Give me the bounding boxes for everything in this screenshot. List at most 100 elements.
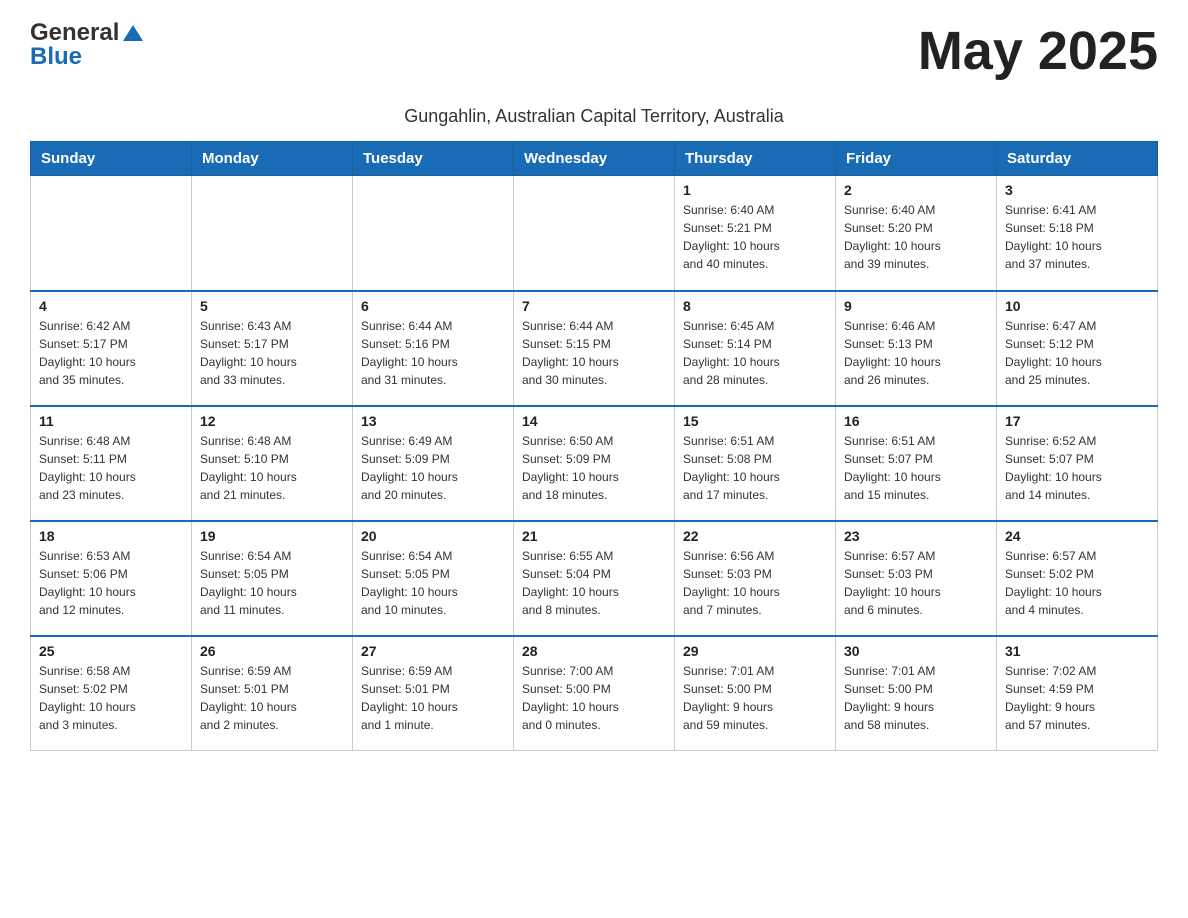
header-thursday: Thursday — [675, 142, 836, 176]
day-info: Sunrise: 6:51 AMSunset: 5:07 PMDaylight:… — [844, 432, 988, 504]
week-row-2: 4Sunrise: 6:42 AMSunset: 5:17 PMDaylight… — [31, 291, 1158, 406]
day-cell-4-1-0: 4Sunrise: 6:42 AMSunset: 5:17 PMDaylight… — [31, 291, 192, 406]
day-cell-31-4-6: 31 Sunrise: 7:02 AMSunset: 4:59 PMDayligh… — [997, 636, 1158, 751]
day-info: Sunrise: 6:45 AMSunset: 5:14 PMDaylight:… — [683, 317, 827, 389]
day-info: Sunrise: 6:54 AMSunset: 5:05 PMDaylight:… — [200, 547, 344, 619]
day-cell-16-2-5: 16Sunrise: 6:51 AMSunset: 5:07 PMDayligh… — [836, 406, 997, 521]
day-info: Sunrise: 6:50 AMSunset: 5:09 PMDaylight:… — [522, 432, 666, 504]
header-sunday: Sunday — [31, 142, 192, 176]
day-cell-9-1-5: 9Sunrise: 6:46 AMSunset: 5:13 PMDaylight… — [836, 291, 997, 406]
day-cell-3-0-6: 3 Sunrise: 6:41 AMSunset: 5:18 PMDaylight… — [997, 176, 1158, 291]
day-number: 19 — [200, 528, 344, 544]
day-cell-22-3-4: 22Sunrise: 6:56 AMSunset: 5:03 PMDayligh… — [675, 521, 836, 636]
day-cell-14-2-3: 14 Sunrise: 6:50 AMSunset: 5:09 PMDayligh… — [514, 406, 675, 521]
header-tuesday: Tuesday — [353, 142, 514, 176]
day-cell-18-3-0: 18 Sunrise: 6:53 AMSunset: 5:06 PMDayligh… — [31, 521, 192, 636]
day-info: Sunrise: 6:53 AMSunset: 5:06 PMDaylight:… — [39, 547, 183, 619]
day-number: 17 — [1005, 413, 1149, 429]
logo-triangle-icon — [122, 23, 144, 45]
day-info: Sunrise: 6:44 AMSunset: 5:15 PMDaylight:… — [522, 317, 666, 389]
day-info: Sunrise: 6:47 AMSunset: 5:12 PMDaylight:… — [1005, 317, 1149, 389]
day-info: Sunrise: 6:44 AMSunset: 5:16 PMDaylight:… — [361, 317, 505, 389]
day-cell-25-4-0: 25 Sunrise: 6:58 AMSunset: 5:02 PMDayligh… — [31, 636, 192, 751]
day-info: Sunrise: 6:58 AMSunset: 5:02 PMDaylight:… — [39, 662, 183, 734]
logo-blue-text: Blue — [30, 44, 144, 70]
day-info: Sunrise: 7:01 AMSunset: 5:00 PMDaylight:… — [844, 662, 988, 734]
day-info: Sunrise: 7:00 AMSunset: 5:00 PMDaylight:… — [522, 662, 666, 734]
day-cell-7-1-3: 7 Sunrise: 6:44 AMSunset: 5:15 PMDaylight… — [514, 291, 675, 406]
day-cell-2-0-5: 2 Sunrise: 6:40 AMSunset: 5:20 PMDaylight… — [836, 176, 997, 291]
day-info: Sunrise: 6:41 AMSunset: 5:18 PMDaylight:… — [1005, 201, 1149, 273]
day-number: 10 — [1005, 298, 1149, 314]
day-info: Sunrise: 7:01 AMSunset: 5:00 PMDaylight:… — [683, 662, 827, 734]
month-title: May 2025 — [918, 20, 1158, 82]
day-cell-empty-0-1 — [192, 176, 353, 291]
day-number: 28 — [522, 643, 666, 659]
week-row-3: 11Sunrise: 6:48 AMSunset: 5:11 PMDayligh… — [31, 406, 1158, 521]
day-number: 2 — [844, 182, 988, 198]
day-cell-26-4-1: 26 Sunrise: 6:59 AMSunset: 5:01 PMDayligh… — [192, 636, 353, 751]
day-number: 14 — [522, 413, 666, 429]
day-info: Sunrise: 6:40 AMSunset: 5:21 PMDaylight:… — [683, 201, 827, 273]
day-info: Sunrise: 6:54 AMSunset: 5:05 PMDaylight:… — [361, 547, 505, 619]
day-number: 8 — [683, 298, 827, 314]
day-cell-empty-0-2 — [353, 176, 514, 291]
day-cell-11-2-0: 11Sunrise: 6:48 AMSunset: 5:11 PMDayligh… — [31, 406, 192, 521]
week-row-4: 18 Sunrise: 6:53 AMSunset: 5:06 PMDayligh… — [31, 521, 1158, 636]
day-number: 31 — [1005, 643, 1149, 659]
day-cell-23-3-5: 23Sunrise: 6:57 AMSunset: 5:03 PMDayligh… — [836, 521, 997, 636]
header-wednesday: Wednesday — [514, 142, 675, 176]
day-cell-8-1-4: 8 Sunrise: 6:45 AMSunset: 5:14 PMDaylight… — [675, 291, 836, 406]
day-info: Sunrise: 6:59 AMSunset: 5:01 PMDaylight:… — [200, 662, 344, 734]
day-cell-27-4-2: 27Sunrise: 6:59 AMSunset: 5:01 PMDayligh… — [353, 636, 514, 751]
day-cell-28-4-3: 28 Sunrise: 7:00 AMSunset: 5:00 PMDayligh… — [514, 636, 675, 751]
day-number: 6 — [361, 298, 505, 314]
week-row-5: 25 Sunrise: 6:58 AMSunset: 5:02 PMDayligh… — [31, 636, 1158, 751]
day-info: Sunrise: 6:49 AMSunset: 5:09 PMDaylight:… — [361, 432, 505, 504]
day-info: Sunrise: 6:42 AMSunset: 5:17 PMDaylight:… — [39, 317, 183, 389]
header-monday: Monday — [192, 142, 353, 176]
day-number: 5 — [200, 298, 344, 314]
day-number: 23 — [844, 528, 988, 544]
day-number: 12 — [200, 413, 344, 429]
day-info: Sunrise: 6:40 AMSunset: 5:20 PMDaylight:… — [844, 201, 988, 273]
day-number: 1 — [683, 182, 827, 198]
day-number: 11 — [39, 413, 183, 429]
day-info: Sunrise: 6:51 AMSunset: 5:08 PMDaylight:… — [683, 432, 827, 504]
day-number: 18 — [39, 528, 183, 544]
day-number: 21 — [522, 528, 666, 544]
day-number: 15 — [683, 413, 827, 429]
day-cell-empty-0-3 — [514, 176, 675, 291]
day-cell-21-3-3: 21 Sunrise: 6:55 AMSunset: 5:04 PMDayligh… — [514, 521, 675, 636]
day-number: 29 — [683, 643, 827, 659]
day-number: 30 — [844, 643, 988, 659]
day-cell-20-3-2: 20 Sunrise: 6:54 AMSunset: 5:05 PMDayligh… — [353, 521, 514, 636]
day-info: Sunrise: 6:56 AMSunset: 5:03 PMDaylight:… — [683, 547, 827, 619]
logo: General Blue — [30, 20, 144, 71]
day-cell-empty-0-0 — [31, 176, 192, 291]
day-cell-12-2-1: 12Sunrise: 6:48 AMSunset: 5:10 PMDayligh… — [192, 406, 353, 521]
day-cell-29-4-4: 29 Sunrise: 7:01 AMSunset: 5:00 PMDayligh… — [675, 636, 836, 751]
day-number: 24 — [1005, 528, 1149, 544]
day-number: 25 — [39, 643, 183, 659]
day-cell-15-2-4: 15 Sunrise: 6:51 AMSunset: 5:08 PMDayligh… — [675, 406, 836, 521]
day-cell-17-2-6: 17Sunrise: 6:52 AMSunset: 5:07 PMDayligh… — [997, 406, 1158, 521]
calendar-header-row: SundayMondayTuesdayWednesdayThursdayFrid… — [31, 142, 1158, 176]
day-number: 20 — [361, 528, 505, 544]
day-number: 9 — [844, 298, 988, 314]
page-header: General Blue May 2025 — [30, 20, 1158, 82]
week-row-1: 1 Sunrise: 6:40 AMSunset: 5:21 PMDaylight… — [31, 176, 1158, 291]
day-number: 13 — [361, 413, 505, 429]
day-cell-30-4-5: 30 Sunrise: 7:01 AMSunset: 5:00 PMDayligh… — [836, 636, 997, 751]
day-cell-19-3-1: 19 Sunrise: 6:54 AMSunset: 5:05 PMDayligh… — [192, 521, 353, 636]
day-number: 3 — [1005, 182, 1149, 198]
day-number: 7 — [522, 298, 666, 314]
day-info: Sunrise: 6:55 AMSunset: 5:04 PMDaylight:… — [522, 547, 666, 619]
day-number: 26 — [200, 643, 344, 659]
subtitle: Gungahlin, Australian Capital Territory,… — [30, 106, 1158, 127]
day-cell-1-0-4: 1 Sunrise: 6:40 AMSunset: 5:21 PMDaylight… — [675, 176, 836, 291]
day-number: 27 — [361, 643, 505, 659]
header-saturday: Saturday — [997, 142, 1158, 176]
day-cell-13-2-2: 13 Sunrise: 6:49 AMSunset: 5:09 PMDayligh… — [353, 406, 514, 521]
day-info: Sunrise: 7:02 AMSunset: 4:59 PMDaylight:… — [1005, 662, 1149, 734]
